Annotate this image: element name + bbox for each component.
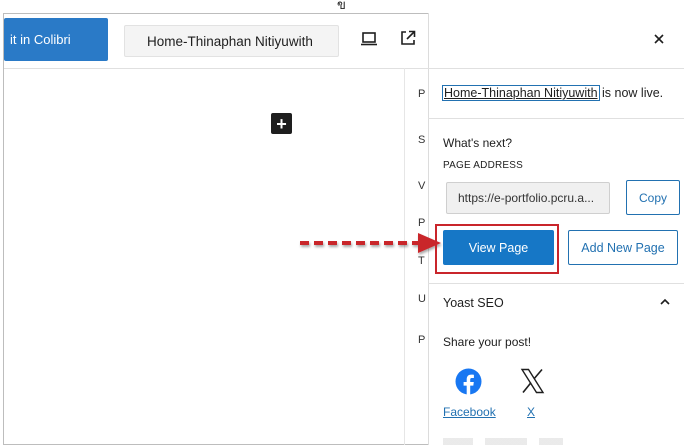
top-mark: ข (337, 0, 346, 13)
page-address-label: PAGE ADDRESS (443, 160, 524, 171)
side-letter: S (418, 134, 426, 146)
panel-divider (428, 68, 684, 69)
copy-button[interactable]: Copy (626, 180, 680, 215)
page-address-field[interactable]: https://e-portfolio.pcru.a... (446, 182, 610, 214)
live-page-link[interactable]: Home-Thinaphan Nitiyuwith (442, 85, 600, 101)
toolbar-divider (4, 68, 428, 69)
side-letter: U (418, 293, 426, 305)
facebook-link[interactable]: Facebook (443, 405, 496, 419)
whats-next-heading: What's next? (443, 136, 512, 150)
add-new-page-button[interactable]: Add New Page (568, 230, 678, 265)
panel-divider (428, 118, 684, 119)
cut-off-content (443, 438, 563, 445)
add-block-plus-icon[interactable]: + (271, 113, 292, 134)
yoast-seo-heading[interactable]: Yoast SEO (443, 296, 504, 310)
x-link[interactable]: X (527, 405, 535, 419)
editor-window: ข it in Colibri Home-Thinaphan Nitiyuwit… (0, 0, 686, 447)
chevron-up-icon[interactable] (659, 297, 671, 307)
side-letter: P (418, 334, 426, 346)
live-suffix: is now live. (598, 86, 664, 100)
live-status-text: Home-Thinaphan Nitiyuwith is now live. (442, 85, 664, 101)
share-post-text: Share your post! (443, 335, 532, 349)
red-arrow-annotation (300, 233, 441, 253)
panel-divider (428, 283, 684, 284)
view-page-button[interactable]: View Page (443, 230, 554, 265)
page-title-field[interactable]: Home-Thinaphan Nitiyuwith (124, 25, 339, 57)
x-icon[interactable] (520, 368, 545, 394)
close-icon[interactable] (652, 32, 666, 46)
external-link-icon[interactable] (400, 30, 416, 46)
edit-in-colibri-button[interactable]: it in Colibri (4, 18, 108, 61)
side-letter: V (418, 180, 426, 192)
side-letter: P (418, 88, 426, 100)
facebook-icon[interactable] (455, 368, 482, 395)
desktop-preview-icon[interactable] (361, 32, 377, 46)
